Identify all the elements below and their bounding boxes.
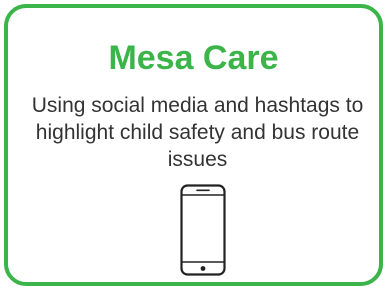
program-card: Mesa Care Using social media and hashtag… xyxy=(4,4,383,286)
card-title: Mesa Care xyxy=(108,39,279,77)
card-description: Using social media and hashtags to highl… xyxy=(31,94,364,171)
smartphone-icon xyxy=(180,184,226,276)
